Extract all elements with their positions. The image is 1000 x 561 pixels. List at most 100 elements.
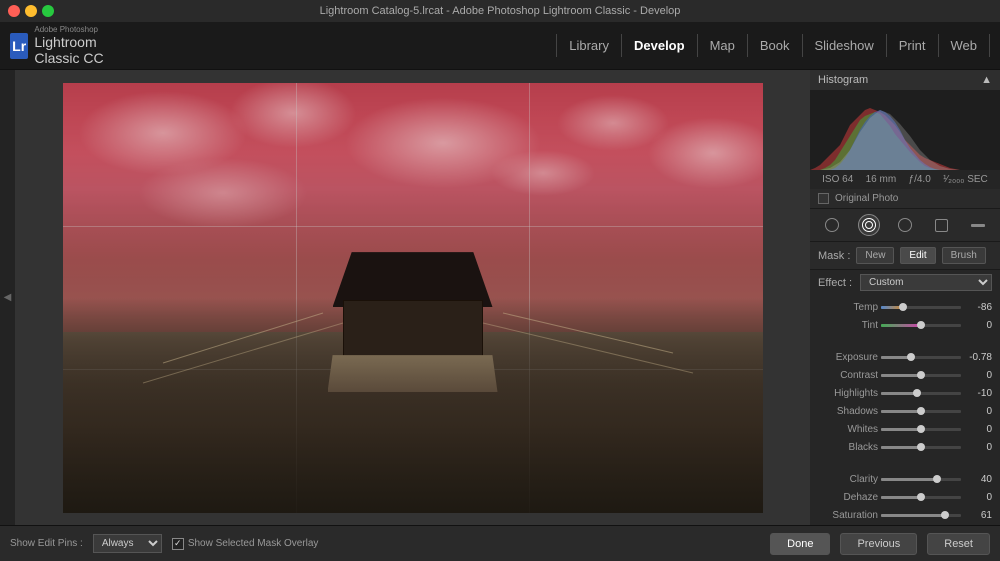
nav-web[interactable]: Web: [939, 34, 991, 57]
contrast-slider-track[interactable]: [881, 374, 961, 377]
clarity-fill: [881, 478, 937, 481]
maximize-dot[interactable]: [42, 5, 54, 17]
minimize-dot[interactable]: [25, 5, 37, 17]
lr-badge: Lr: [10, 33, 28, 59]
histogram-label: Histogram: [818, 74, 868, 86]
tool-minus[interactable]: [967, 214, 989, 236]
exif-info: ISO 64 16 mm ƒ/4.0 ¹⁄₂₀₀₀ SEC: [810, 170, 1000, 189]
blacks-slider-track[interactable]: [881, 446, 961, 449]
titlebar: Lightroom Catalog-5.lrcat - Adobe Photos…: [0, 0, 1000, 22]
highlights-thumb[interactable]: [913, 389, 921, 397]
nav-book[interactable]: Book: [748, 34, 803, 57]
nav-develop[interactable]: Develop: [622, 34, 698, 57]
nav-slideshow[interactable]: Slideshow: [803, 34, 887, 57]
saturation-thumb[interactable]: [941, 511, 949, 519]
roof: [333, 252, 493, 307]
contrast-label: Contrast: [818, 370, 878, 381]
show-edit-pins-select[interactable]: Always Selected Never: [93, 534, 162, 553]
window-title: Lightroom Catalog-5.lrcat - Adobe Photos…: [320, 5, 681, 17]
histogram-triangle[interactable]: ▲: [981, 74, 992, 86]
nav-map[interactable]: Map: [698, 34, 748, 57]
shadows-slider-track[interactable]: [881, 410, 961, 413]
tool-radial-filter[interactable]: [858, 214, 880, 236]
clarity-slider-track[interactable]: [881, 478, 961, 481]
shadows-fill: [881, 410, 921, 413]
tint-slider-thumb[interactable]: [917, 321, 925, 329]
blacks-label: Blacks: [818, 442, 878, 453]
blacks-thumb[interactable]: [917, 443, 925, 451]
main-area: ◀: [0, 70, 1000, 525]
contrast-slider-row: Contrast 0: [818, 366, 992, 384]
show-overlay-label: Show Selected Mask Overlay: [188, 538, 319, 549]
temp-slider-track[interactable]: [881, 306, 961, 309]
exposure-slider-track[interactable]: [881, 356, 961, 359]
exif-aperture: ƒ/4.0: [909, 174, 931, 185]
exposure-label: Exposure: [818, 352, 878, 363]
window-controls: [8, 5, 54, 17]
effect-row: Effect : Custom: [810, 270, 1000, 295]
mask-edit-button[interactable]: Edit: [900, 247, 935, 264]
stone-base: [328, 355, 498, 392]
building-structure: [323, 252, 503, 392]
dehaze-slider-track[interactable]: [881, 496, 961, 499]
tool-healing[interactable]: [930, 214, 952, 236]
app-logo: Lr Adobe Photoshop Lightroom Classic CC: [0, 25, 130, 66]
temp-slider-row: Temp -86: [818, 298, 992, 316]
whites-label: Whites: [818, 424, 878, 435]
mask-brush-button[interactable]: Brush: [942, 247, 986, 264]
clarity-thumb[interactable]: [933, 475, 941, 483]
tool-graduated-filter[interactable]: [894, 214, 916, 236]
app-subtitle: Adobe Photoshop: [34, 25, 130, 34]
exif-shutter: ¹⁄₂₀₀₀ SEC: [943, 174, 988, 185]
clarity-value: 40: [964, 474, 992, 485]
original-photo-row: Original Photo: [810, 189, 1000, 208]
temp-slider-thumb[interactable]: [899, 303, 907, 311]
histogram-section: Histogram ▲ ISO 64 16 mm ƒ/4.0: [810, 70, 1000, 209]
highlights-slider-track[interactable]: [881, 392, 961, 395]
exif-iso: ISO 64: [822, 174, 853, 185]
tone-group: Exposure -0.78 Contrast 0 Highlights: [810, 345, 1000, 459]
left-panel-toggle[interactable]: ◀: [0, 70, 15, 525]
tint-slider-row: Tint 0: [818, 316, 992, 334]
photo-canvas[interactable]: [15, 70, 810, 525]
building-body: [343, 300, 483, 360]
nav-print[interactable]: Print: [887, 34, 939, 57]
reset-button[interactable]: Reset: [927, 533, 990, 555]
app-title: Adobe Photoshop Lightroom Classic CC: [34, 25, 130, 66]
whites-thumb[interactable]: [917, 425, 925, 433]
shadows-thumb[interactable]: [917, 407, 925, 415]
whites-slider-row: Whites 0: [818, 420, 992, 438]
dehaze-value: 0: [964, 492, 992, 503]
dehaze-label: Dehaze: [818, 492, 878, 503]
shadows-label: Shadows: [818, 406, 878, 417]
nav-library[interactable]: Library: [556, 34, 622, 57]
previous-button[interactable]: Previous: [840, 533, 917, 555]
blacks-value: 0: [964, 442, 992, 453]
temp-label: Temp: [818, 302, 878, 313]
guide-h1: [63, 226, 763, 227]
highlights-value: -10: [964, 388, 992, 399]
contrast-fill: [881, 374, 921, 377]
contrast-thumb[interactable]: [917, 371, 925, 379]
dehaze-slider-row: Dehaze 0: [818, 488, 992, 506]
close-dot[interactable]: [8, 5, 20, 17]
show-overlay-row: ✓ Show Selected Mask Overlay: [172, 538, 319, 550]
done-button[interactable]: Done: [770, 533, 830, 555]
original-photo-checkbox[interactable]: [818, 193, 829, 204]
saturation-value: 61: [964, 510, 992, 521]
top-navigation: Lr Adobe Photoshop Lightroom Classic CC …: [0, 22, 1000, 70]
show-overlay-checkbox[interactable]: ✓: [172, 538, 184, 550]
mask-new-button[interactable]: New: [856, 247, 894, 264]
temp-value: -86: [964, 302, 992, 313]
saturation-fill: [881, 514, 945, 517]
tool-adjustment-brush[interactable]: [821, 214, 843, 236]
exposure-thumb[interactable]: [907, 353, 915, 361]
tint-slider-track[interactable]: [881, 324, 961, 327]
dehaze-thumb[interactable]: [917, 493, 925, 501]
dehaze-fill: [881, 496, 921, 499]
clarity-label: Clarity: [818, 474, 878, 485]
saturation-slider-track[interactable]: [881, 514, 961, 517]
whites-slider-track[interactable]: [881, 428, 961, 431]
effect-select[interactable]: Custom: [860, 274, 992, 291]
highlights-label: Highlights: [818, 388, 878, 399]
